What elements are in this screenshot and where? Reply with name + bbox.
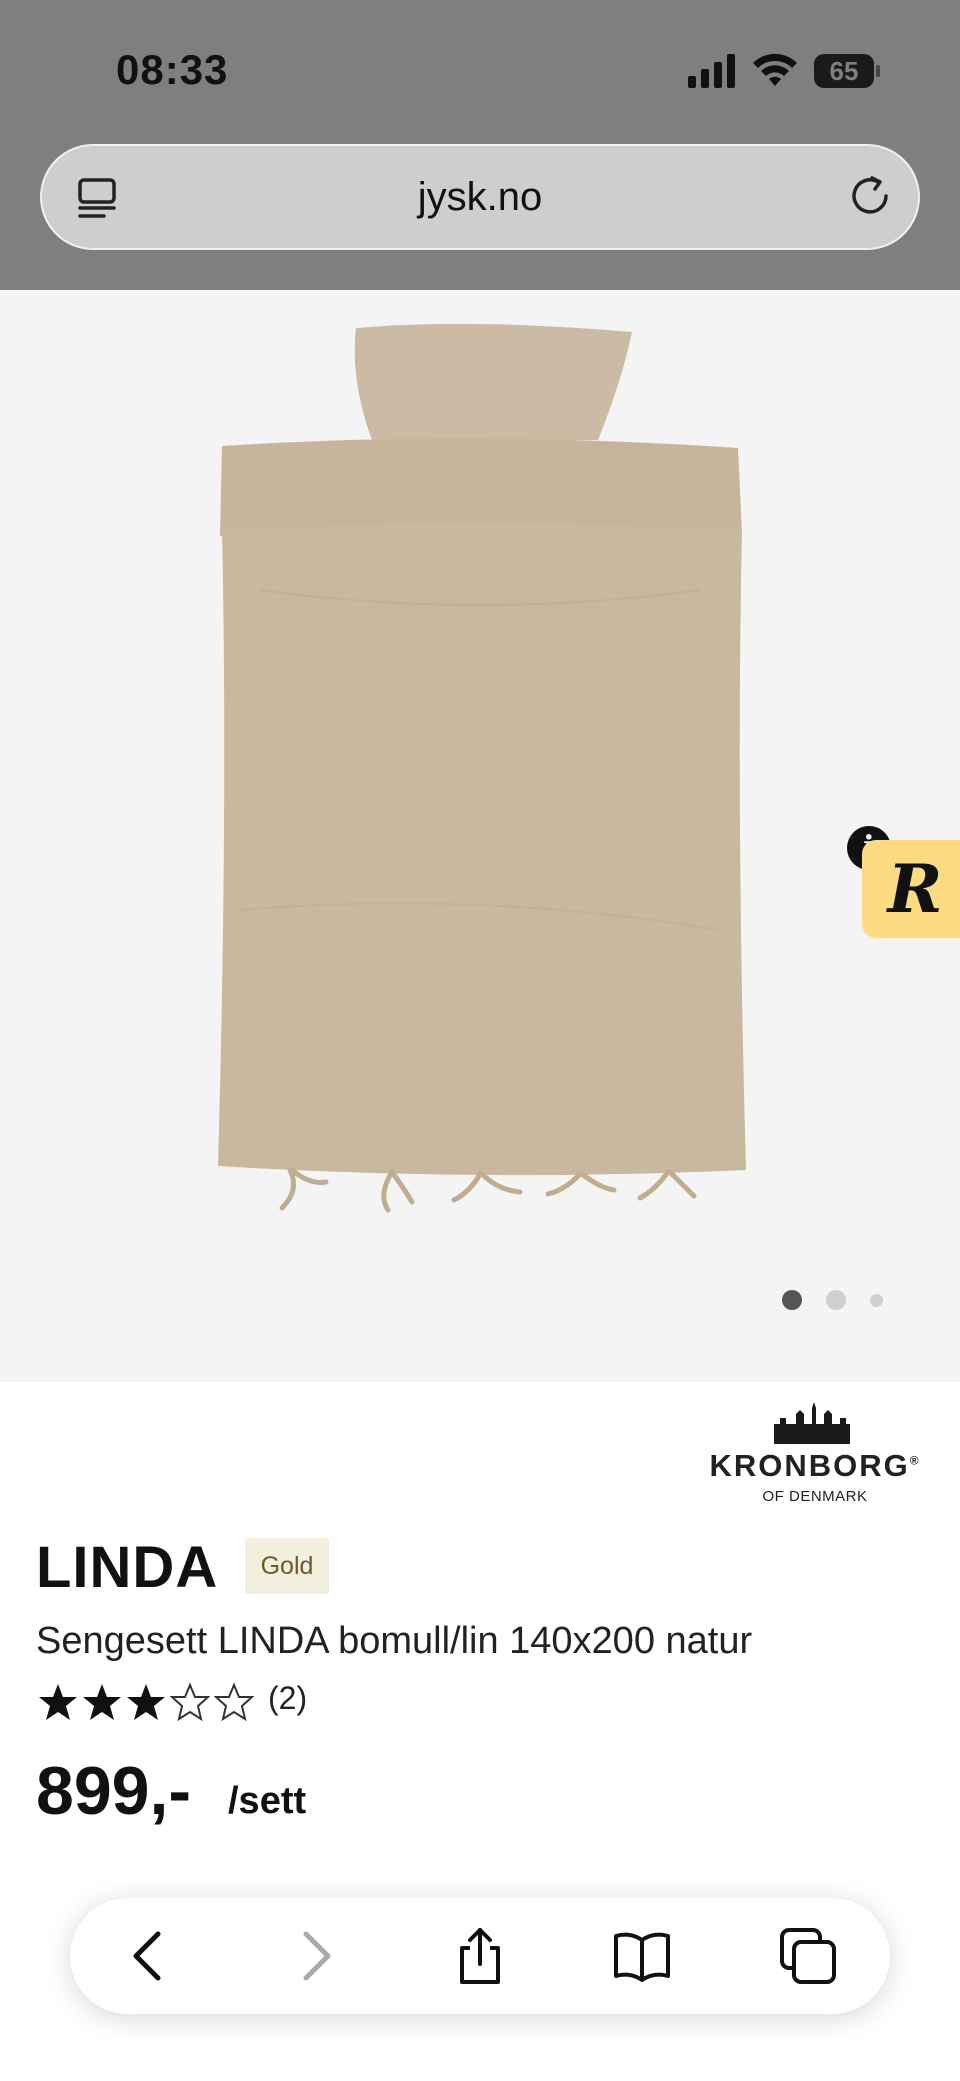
product-price: 899,-: [36, 1753, 191, 1829]
product-image-gallery[interactable]: i R: [0, 290, 960, 1382]
rating-count[interactable]: (2): [268, 1680, 307, 1717]
wifi-icon: [753, 53, 797, 86]
tier-badge: Gold: [245, 1538, 329, 1594]
castle-logo-icon: [774, 1402, 850, 1444]
address-bar[interactable]: jysk.no: [40, 144, 920, 250]
gallery-pagination[interactable]: [782, 1290, 902, 1310]
reviews-widget-button[interactable]: R: [862, 840, 960, 938]
back-icon[interactable]: [120, 1926, 180, 1986]
product-subtitle: Sengesett LINDA bomull/lin 140x200 natur: [36, 1620, 753, 1662]
brand-subtitle: OF DENMARK: [762, 1488, 868, 1505]
reload-icon[interactable]: [848, 174, 894, 220]
brand-name: KRONBORG®: [709, 1448, 921, 1483]
battery-level: 65: [829, 56, 859, 86]
gallery-dot[interactable]: [826, 1290, 846, 1310]
reviews-logo-icon: R: [887, 850, 943, 928]
star-empty-icon: [214, 1682, 254, 1722]
browser-toolbar: [70, 1898, 890, 2014]
status-time: 08:33: [116, 46, 229, 93]
url-text[interactable]: jysk.no: [42, 146, 918, 248]
brand-logo[interactable]: KRONBORG® OF DENMARK: [700, 1402, 930, 1512]
star-filled-icon: [39, 1684, 77, 1720]
cellular-signal-icon: [688, 54, 735, 88]
product-image[interactable]: [0, 290, 960, 1382]
browser-header: 08:33 65 jysk.no: [0, 0, 960, 290]
bookmarks-icon[interactable]: [612, 1926, 672, 1986]
star-filled-icon: [127, 1684, 165, 1720]
product-title: LINDA: [36, 1535, 219, 1600]
share-icon[interactable]: [450, 1926, 510, 1986]
price-unit: /sett: [228, 1780, 307, 1822]
gallery-dot-active[interactable]: [782, 1290, 802, 1310]
star-empty-icon: [170, 1682, 210, 1722]
forward-icon[interactable]: [284, 1926, 344, 1986]
star-filled-icon: [83, 1684, 121, 1720]
battery-icon: 65: [814, 54, 880, 88]
tabs-overview-icon[interactable]: [778, 1926, 838, 1986]
gallery-dot[interactable]: [870, 1294, 883, 1307]
